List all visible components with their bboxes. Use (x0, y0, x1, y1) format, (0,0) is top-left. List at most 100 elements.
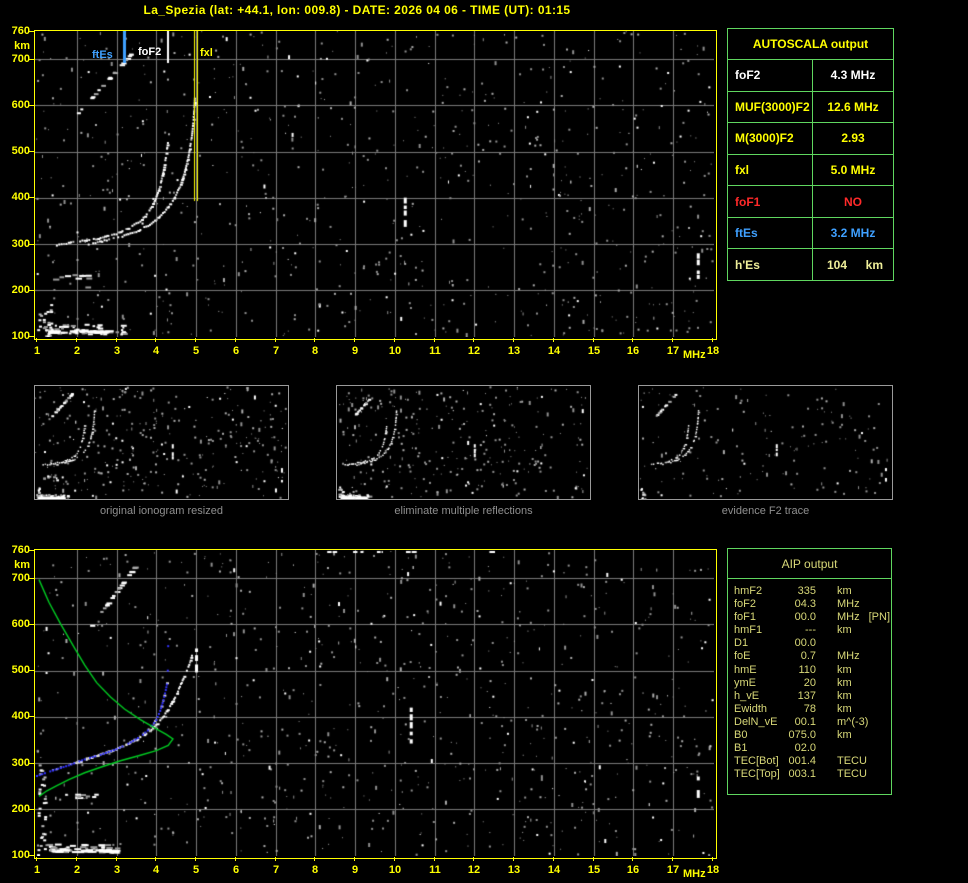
thumbnail-canvas (337, 386, 590, 499)
y-axis-tick-label: 300 (11, 757, 30, 769)
y-axis-tick-label: 200 (11, 284, 30, 296)
x-axis-tick-label: 14 (547, 345, 561, 357)
top-ionogram-panel (34, 30, 717, 340)
x-axis-tick (36, 857, 37, 861)
x-axis-tick-label: 12 (467, 864, 481, 876)
param-value: 001.4 (788, 755, 816, 768)
x-axis-tick (275, 857, 276, 861)
x-axis-tick (314, 857, 315, 861)
row-label: M(3000)F2 (728, 123, 813, 154)
y-axis-tick-label: 400 (11, 710, 30, 722)
x-axis-tick (513, 338, 514, 342)
param-name: hmF2 (734, 585, 763, 597)
x-axis-tick (155, 857, 156, 861)
x-axis-tick (195, 857, 196, 861)
y-axis-tick (29, 809, 34, 810)
y-axis-tick-label: 200 (11, 803, 30, 815)
y-axis-tick-label: 600 (11, 618, 30, 630)
param-unit: m^(-3) (837, 715, 869, 728)
x-axis-tick-label: 17 (666, 345, 680, 357)
row-label: h'Es (728, 249, 813, 281)
param-unit: km (837, 676, 852, 689)
x-axis-tick (593, 338, 594, 342)
x-axis-tick (314, 338, 315, 342)
hEs-unit: km (865, 257, 883, 272)
param-name: foE (734, 650, 751, 663)
x-axis-tick (632, 338, 633, 342)
x-axis-tick-label: 9 (351, 345, 359, 357)
param-name: D1 (734, 637, 749, 650)
row-label: foF1 (728, 186, 813, 217)
x-axis-tick (155, 338, 156, 342)
row-label: ftEs (728, 217, 813, 249)
x-axis-tick-label: 15 (587, 864, 601, 876)
x-axis-tick (712, 338, 713, 342)
x-axis-tick (672, 857, 673, 861)
param-unit: TECU (837, 755, 867, 768)
x-axis-tick (76, 857, 77, 861)
x-axis-tick (473, 338, 474, 342)
y-axis-tick (29, 578, 34, 579)
param-value: 20 (803, 676, 816, 689)
aip-table-body: hmF2 335 km foF2 04.3 MHz foF1 00.0 MHz [PN] hm… (728, 579, 891, 781)
x-axis-tick (712, 857, 713, 861)
y-axis-unit-label: km (14, 559, 30, 571)
param-value: 00.0 (794, 611, 816, 624)
x-axis-tick-label: 6 (232, 864, 240, 876)
x-axis-unit-label: MHz (683, 868, 706, 880)
thumbnail-original-ionogram (34, 385, 289, 500)
y-axis-tick-label: 100 (11, 849, 30, 861)
thumbnail-caption: evidence F2 trace (721, 505, 810, 517)
x-axis-tick (76, 338, 77, 342)
row-label: fxl (728, 154, 813, 186)
x-axis-tick-label: 7 (272, 345, 280, 357)
x-axis-tick-label: 3 (113, 864, 121, 876)
x-axis-tick (394, 338, 395, 342)
x-axis-tick (553, 857, 554, 861)
x-axis-tick-label: 10 (388, 864, 402, 876)
x-axis-tick (36, 338, 37, 342)
param-value: 0.7 (800, 650, 816, 663)
y-axis-tick-label: 760 (11, 544, 30, 556)
x-axis-tick-label: 9 (351, 864, 359, 876)
param-unit: MHz (837, 650, 860, 663)
x-axis-tick-label: 10 (388, 345, 402, 357)
table-row-fxl: fxl 5.0 MHz (728, 154, 893, 187)
thumbnail-canvas (35, 386, 288, 499)
aip-row-B1: B1 02.0 (734, 742, 891, 755)
row-value: NO (844, 194, 862, 209)
param-unit: km (837, 663, 852, 676)
param-name: TEC[Bot] (734, 755, 779, 768)
param-value: 00.1 (794, 715, 816, 728)
y-axis-tick (29, 151, 34, 152)
y-axis-tick (29, 624, 34, 625)
y-axis-tick-label: 500 (11, 145, 30, 157)
y-axis-tick (29, 59, 34, 60)
x-axis-tick-label: 2 (73, 864, 81, 876)
x-axis-tick-label: 1 (33, 345, 41, 357)
y-axis-tick-label: 500 (11, 664, 30, 676)
x-axis-tick (235, 338, 236, 342)
y-axis-tick-label: 300 (11, 238, 30, 250)
x-axis-tick (473, 857, 474, 861)
table-row-foF1: foF1 NO (728, 186, 893, 218)
bottom-ionogram-panel (34, 549, 717, 859)
x-axis-tick (672, 338, 673, 342)
x-axis-tick-label: 8 (311, 864, 319, 876)
x-axis-tick-label: 1 (33, 864, 41, 876)
thumbnail-canvas (639, 386, 892, 499)
y-axis-tick (29, 336, 34, 337)
autoscala-app-window: La_Spezia (lat: +44.1, lon: 009.8) - DAT… (0, 0, 968, 883)
foF2-marker-label: foF2 (138, 46, 162, 58)
y-axis-tick-label: 100 (11, 330, 30, 342)
x-axis-tick-label: 17 (666, 864, 680, 876)
x-axis-tick-label: 13 (507, 864, 521, 876)
x-axis-tick-label: 4 (152, 864, 160, 876)
row-value: 5.0 MHz (830, 163, 876, 178)
param-flag: [PN] (868, 611, 891, 624)
x-axis-tick-label: 15 (587, 345, 601, 357)
x-axis-tick-label: 8 (311, 345, 319, 357)
x-axis-tick (354, 338, 355, 342)
aip-row-foE: foE 0.7 MHz (734, 650, 891, 663)
param-unit: MHz (837, 611, 860, 624)
